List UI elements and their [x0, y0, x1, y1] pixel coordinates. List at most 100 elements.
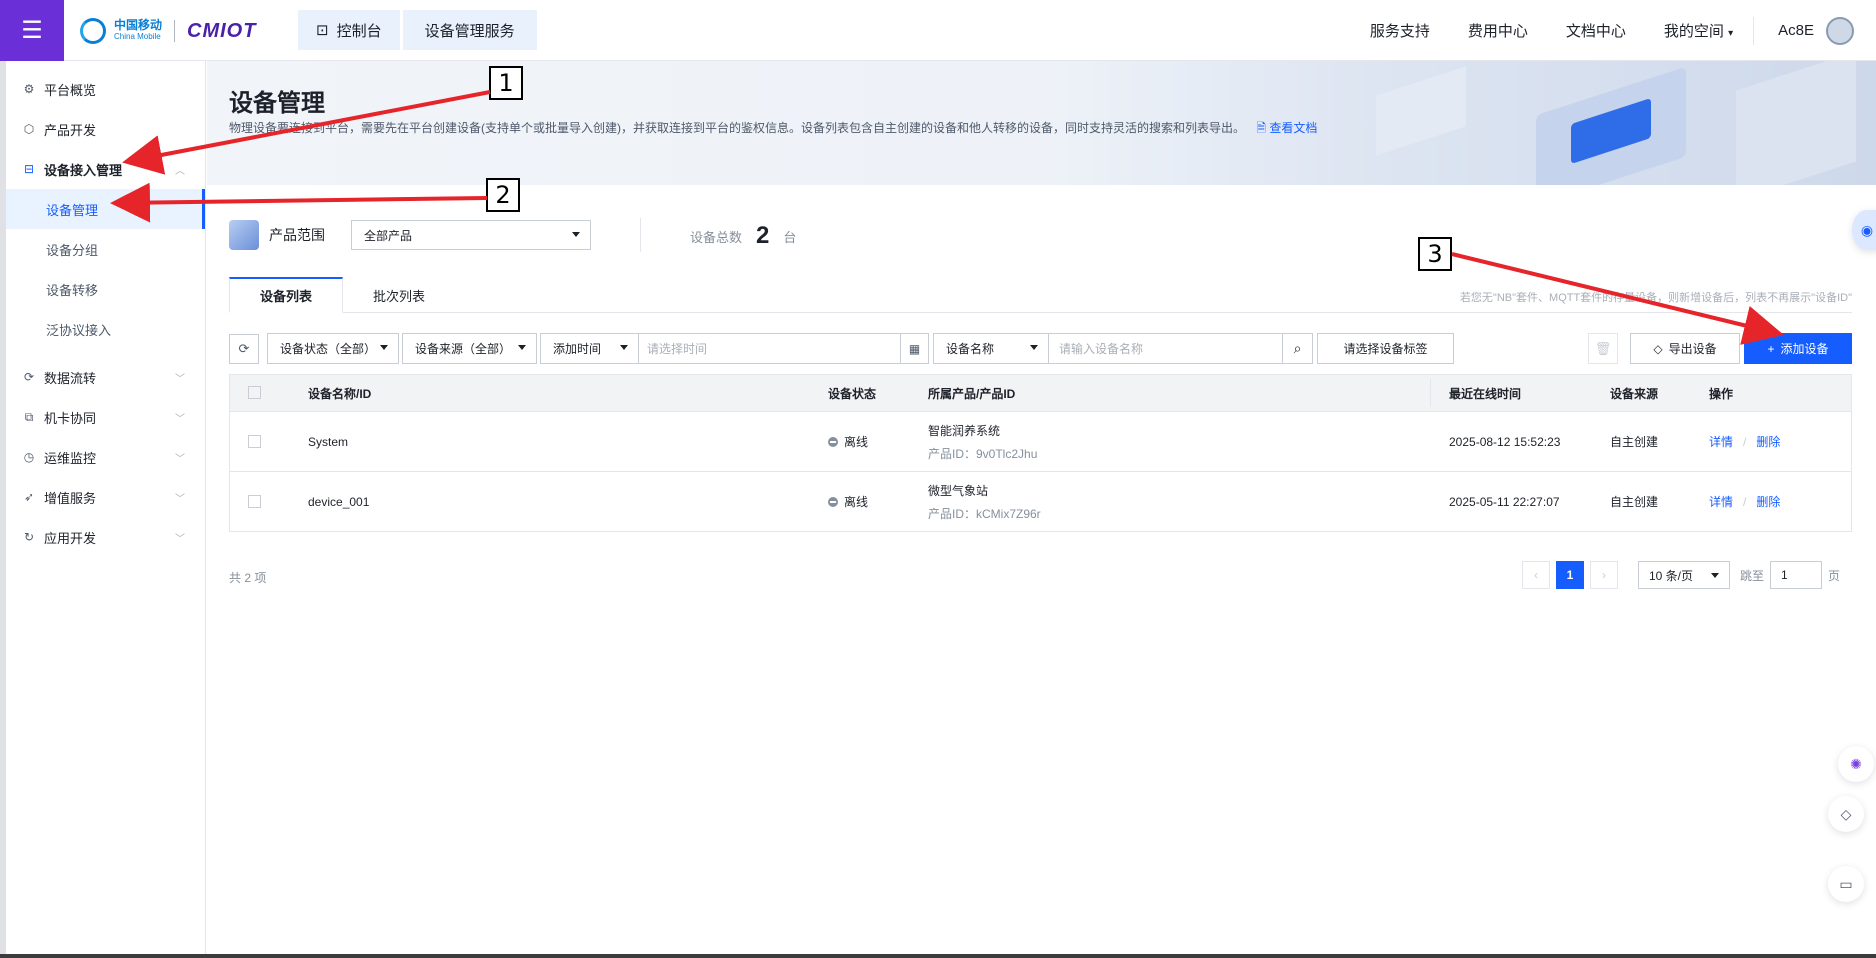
next-page-button[interactable]: › [1589, 561, 1618, 589]
row-checkbox[interactable] [248, 495, 261, 508]
sidebar-item-device-access[interactable]: ⊟ 设备接入管理 ︿ [6, 149, 205, 189]
data-flow-icon: ⟳ [23, 370, 35, 384]
page-size-select[interactable]: 10 条/页 [1637, 561, 1730, 589]
sidebar-item-data-flow[interactable]: ⟳ 数据流转 ﹀ [6, 357, 205, 397]
column-header: 设备来源 [1610, 386, 1659, 401]
jump-unit: 页 [1827, 568, 1840, 583]
status-filter[interactable]: 设备状态（全部） [267, 333, 399, 364]
product-scope-select[interactable]: 全部产品 [351, 220, 591, 250]
tab-label: 设备列表 [260, 289, 313, 304]
select-all-checkbox[interactable] [248, 386, 261, 399]
ai-brain-icon[interactable]: ✺ [1838, 746, 1874, 782]
sidebar-item-sim-collab[interactable]: ⧉ 机卡协同 ﹀ [6, 397, 205, 437]
sidebar-item-ops-monitor[interactable]: ◷ 运维监控 ﹀ [6, 437, 205, 477]
banner-decoration [1376, 66, 1466, 156]
service-support-link[interactable]: 服务支持 [1370, 20, 1430, 41]
caret-down-icon [1030, 345, 1038, 350]
sidebar-item-generic-protocol[interactable]: 泛协议接入 [6, 309, 205, 349]
view-docs-link[interactable]: 🗎 查看文档 [1256, 121, 1317, 135]
tag-select-button[interactable]: 请选择设备标签 [1317, 333, 1454, 364]
add-device-button[interactable]: + 添加设备 [1744, 333, 1852, 364]
op-separator: / [1743, 495, 1747, 509]
chevron-down-icon: ﹀ [175, 493, 185, 505]
sidebar-item-label: 泛协议接入 [46, 322, 112, 338]
breadcrumb-console[interactable]: ⊡ 控制台 [298, 10, 400, 50]
feedback-icon[interactable]: ◇ [1828, 796, 1864, 832]
status-filter-value: 设备状态（全部） [280, 342, 377, 356]
my-space-label: 我的空间 [1663, 23, 1724, 40]
device-name: device_001 [308, 494, 370, 509]
column-divider [1430, 379, 1431, 407]
batch-delete-button[interactable]: 🗑 [1588, 333, 1618, 364]
sidebar-item-app-dev[interactable]: ↻ 应用开发 ﹀ [6, 517, 205, 557]
sidebar-item-label: 设备分组 [46, 242, 99, 258]
device-status: 离线 [828, 493, 868, 510]
assistant-robot-icon[interactable]: ◉ [1852, 210, 1876, 250]
value-added-icon: ➶ [23, 490, 35, 504]
logo[interactable]: 中国移动 China Mobile CMIOT [80, 16, 256, 46]
device-table: 设备名称/ID 设备状态 所属产品/产品ID 最近在线时间 设备来源 操作 Sy… [229, 374, 1852, 532]
filter-bar: ⟳ 设备状态（全部） 设备来源（全部） 添加时间 请选择时间 ▦ 设备名称 请输… [229, 333, 1852, 364]
view-docs-label: 查看文档 [1269, 121, 1318, 135]
product-cell: 智能润养系统 产品ID：9v0Tlc2Jhu [928, 422, 1037, 462]
sidebar-item-product-dev[interactable]: ⬡ 产品开发 [6, 109, 205, 149]
date-range-input[interactable]: 请选择时间 ▦ [639, 333, 929, 364]
sidebar-item-label: 产品开发 [44, 122, 97, 138]
export-devices-button[interactable]: ◇ 导出设备 [1630, 333, 1740, 364]
sidebar-item-overview[interactable]: ⚙ 平台概览 [6, 69, 205, 109]
tab-device-list[interactable]: 设备列表 [229, 277, 344, 313]
billing-center-link[interactable]: 费用中心 [1468, 20, 1528, 41]
message-icon[interactable]: ▭ [1828, 866, 1864, 902]
banner-decoration [1736, 61, 1856, 185]
calendar-icon[interactable]: ▦ [900, 334, 928, 363]
sidebar-item-device-group[interactable]: 设备分组 [6, 229, 205, 269]
trash-icon: 🗑 [1594, 340, 1612, 356]
name-type-select[interactable]: 设备名称 [933, 333, 1049, 364]
page-title: 设备管理 [229, 90, 325, 117]
action-buttons: 🗑 ◇ 导出设备 + 添加设备 [1588, 333, 1852, 364]
source-filter[interactable]: 设备来源（全部） [402, 333, 537, 364]
product-name: 微型气象站 [928, 484, 989, 498]
delete-link[interactable]: 删除 [1756, 495, 1780, 509]
delete-link[interactable]: 删除 [1756, 435, 1780, 449]
doc-center-link[interactable]: 文档中心 [1566, 20, 1626, 41]
my-space-menu[interactable]: 我的空间 ▾ [1664, 20, 1733, 41]
user-name[interactable]: Ac8E [1778, 22, 1814, 39]
add-device-label: 添加设备 [1780, 342, 1829, 356]
device-count-label: 设备总数 [690, 229, 743, 245]
top-bar: ☰ 中国移动 China Mobile CMIOT ⊡ 控制台 设备管理服务 服… [0, 0, 1876, 61]
product-id: 产品ID：9v0Tlc2Jhu [928, 447, 1038, 461]
sidebar-item-label: 平台概览 [44, 82, 97, 98]
detail-link[interactable]: 详情 [1709, 435, 1733, 449]
time-type-select[interactable]: 添加时间 [540, 333, 639, 364]
brand-en: China Mobile [114, 32, 161, 41]
product-cell: 微型气象站 产品ID：kCMix7Z96r [928, 482, 1041, 522]
tabs: 设备列表 批次列表 若您无"NB"套件、MQTT套件的存量设备，则新增设备后，列… [229, 277, 1852, 313]
caret-down-icon [380, 345, 388, 350]
brand-cn: 中国移动 [114, 18, 163, 32]
jump-input[interactable]: 1 [1769, 561, 1822, 589]
prev-page-button[interactable]: ‹ [1521, 561, 1550, 589]
sidebar-item-value-added[interactable]: ➶ 增值服务 ﹀ [6, 477, 205, 517]
menu-icon[interactable]: ☰ [0, 0, 64, 61]
refresh-button[interactable]: ⟳ [229, 333, 259, 364]
avatar[interactable] [1826, 16, 1854, 45]
device-status-label: 离线 [844, 495, 869, 509]
sidebar-item-device-transfer[interactable]: 设备转移 [6, 269, 205, 309]
chevron-left-icon: ‹ [1533, 568, 1538, 582]
search-button[interactable]: ⌕ [1283, 333, 1313, 364]
tab-batch-list[interactable]: 批次列表 [343, 277, 455, 313]
column-header: 所属产品/产品ID [928, 386, 1016, 401]
sidebar-item-label: 增值服务 [44, 490, 97, 506]
annotation-marker-1: 1 [489, 66, 523, 100]
row-checkbox[interactable] [248, 435, 261, 448]
table-row: System 离线 智能润养系统 产品ID：9v0Tlc2Jhu 2025-08… [230, 411, 1851, 471]
device-name-input[interactable]: 请输入设备名称 [1049, 333, 1283, 364]
page-button[interactable]: 1 [1555, 561, 1584, 589]
refresh-icon: ⟳ [238, 340, 250, 356]
sidebar: ⚙ 平台概览 ⬡ 产品开发 ⊟ 设备接入管理 ︿ 设备管理 设备分组 设备转移 … [6, 61, 206, 954]
detail-link[interactable]: 详情 [1709, 495, 1733, 509]
chevron-up-icon: ︿ [175, 165, 185, 177]
breadcrumb-device-service[interactable]: 设备管理服务 [402, 10, 537, 50]
sidebar-item-device-management[interactable]: 设备管理 [6, 189, 205, 229]
